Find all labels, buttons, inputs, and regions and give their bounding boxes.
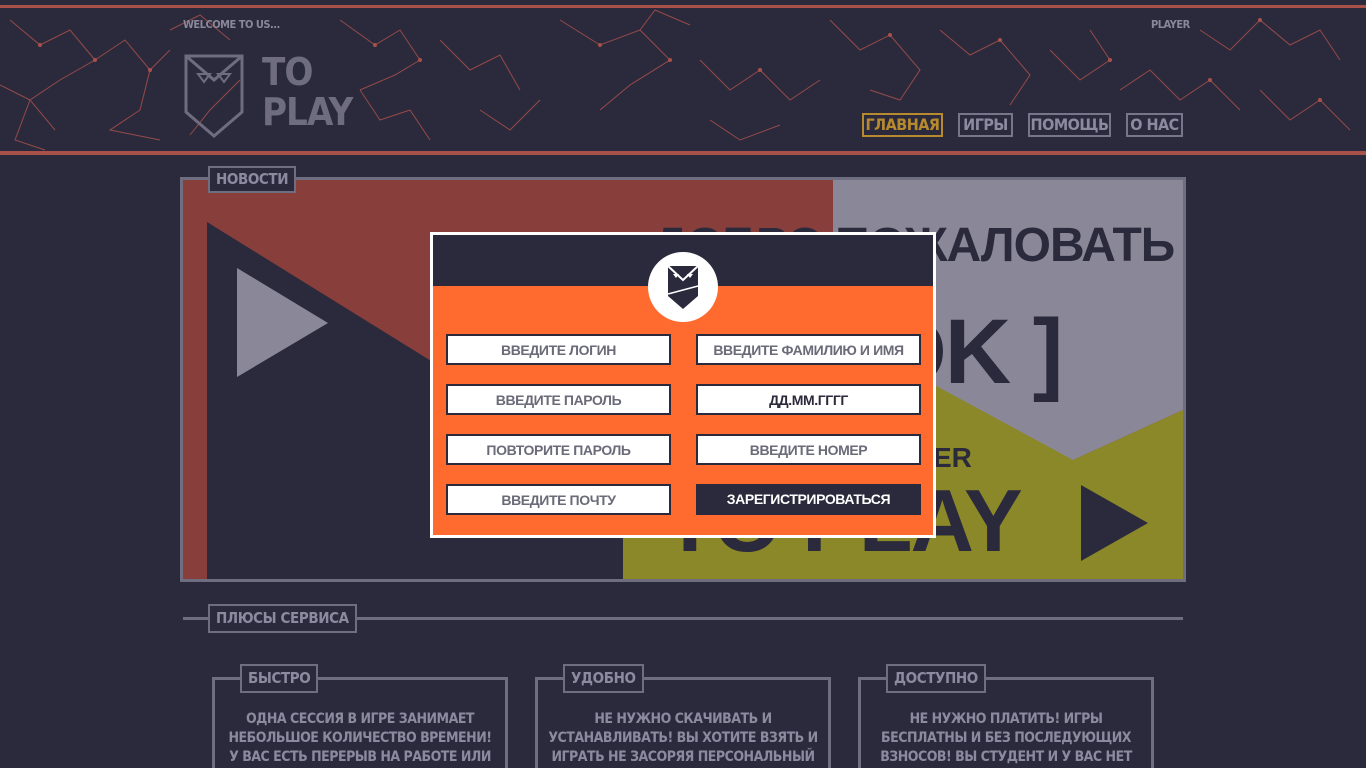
advantage-card-fast-title: БЫСТРО — [240, 664, 319, 693]
nav-about[interactable]: О НАС — [1126, 113, 1183, 137]
register-button[interactable]: ЗАРЕГИСТРИРОВАТЬСЯ — [696, 484, 921, 515]
email-input[interactable] — [446, 484, 671, 515]
fullname-input[interactable] — [696, 334, 921, 365]
player-link[interactable]: PLAYER — [1151, 18, 1190, 31]
modal-logo-icon — [648, 252, 718, 322]
advantage-card-fast-text: ОДНА СЕССИЯ В ИГРЕ ЗАНИМАЕТ НЕБОЛЬШОЕ КО… — [228, 711, 492, 765]
advantage-card-accessible-title: ДОСТУПНО — [886, 664, 986, 693]
login-input[interactable] — [446, 334, 671, 365]
password-input[interactable] — [446, 384, 671, 415]
site-header: WELCOME TO US... PLAYER TO PLAY ГЛАВНАЯ … — [0, 0, 1366, 157]
logo-line-2: PLAY — [262, 90, 353, 134]
birthdate-input[interactable] — [696, 384, 921, 415]
nav-home[interactable]: ГЛАВНАЯ — [862, 113, 943, 137]
advantage-card-accessible-text: НЕ НУЖНО ПЛАТИТЬ! ИГРЫ БЕСПЛАТНЫ И БЕЗ П… — [880, 711, 1132, 765]
repeat-password-input[interactable] — [446, 434, 671, 465]
logo-line-1: TO — [262, 50, 313, 94]
registration-modal: ЗАРЕГИСТРИРОВАТЬСЯ — [430, 232, 936, 538]
logo-text: TO PLAY — [262, 50, 353, 134]
advantage-card-convenient-title: УДОБНО — [563, 664, 644, 693]
advantage-card-convenient-text: НЕ НУЖНО СКАЧИВАТЬ И УСТАНАВЛИВАТЬ! ВЫ Х… — [548, 711, 818, 765]
phone-input[interactable] — [696, 434, 921, 465]
welcome-text: WELCOME TO US... — [183, 18, 280, 31]
header-bottom-line — [0, 151, 1366, 155]
logo-icon[interactable] — [184, 52, 244, 142]
nav-games[interactable]: ИГРЫ — [958, 113, 1013, 137]
nav-help[interactable]: ПОМОЩЬ — [1028, 113, 1111, 137]
news-section-label: НОВОСТИ — [208, 166, 297, 193]
advantages-section-label: ПЛЮСЫ СЕРВИСА — [208, 604, 357, 633]
